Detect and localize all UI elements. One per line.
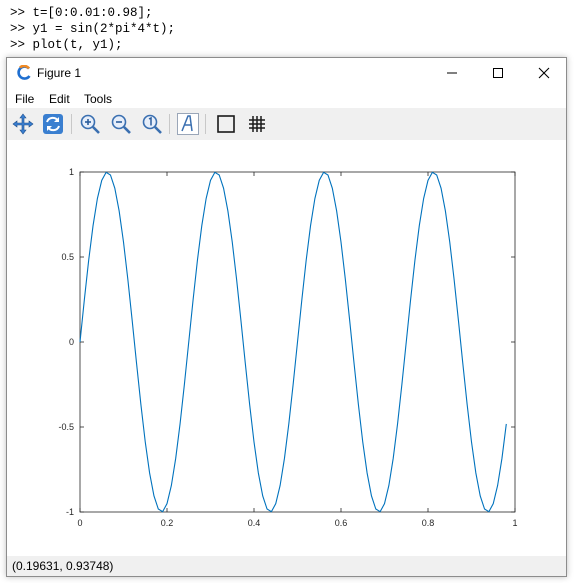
- octave-logo-icon: [17, 65, 31, 80]
- toolbar-separator: [169, 114, 170, 134]
- toolbar-separator: [71, 114, 72, 134]
- pan-icon: [12, 113, 34, 135]
- title-bar[interactable]: Figure 1: [7, 58, 566, 88]
- x-tick-label: 0.8: [422, 518, 435, 528]
- pan-button[interactable]: [11, 112, 35, 136]
- command-window: >> t=[0:0.01:0.98]; >> y1 = sin(2*pi*4*t…: [0, 0, 578, 60]
- menu-file[interactable]: File: [15, 92, 34, 106]
- plot-canvas[interactable]: 0 0.2 0.4 0.6 0.8 1 1 0.5 0 -0.5 -1: [7, 140, 566, 556]
- axes-box-button[interactable]: [214, 112, 238, 136]
- y-tick-label: 1: [69, 167, 74, 177]
- minimize-button[interactable]: [429, 58, 475, 88]
- y-tick-label: -1: [66, 507, 74, 517]
- grid-button[interactable]: [245, 112, 269, 136]
- menu-tools[interactable]: Tools: [84, 92, 112, 106]
- maximize-button[interactable]: [475, 58, 521, 88]
- x-tick-label: 0.2: [161, 518, 174, 528]
- x-tick-label: 0.6: [335, 518, 348, 528]
- figure-window: Figure 1 File Edit Tools 0 0.2 0.4 0.6 0…: [6, 57, 567, 577]
- text-button[interactable]: [176, 112, 200, 136]
- zoom-in-button[interactable]: [78, 112, 102, 136]
- zoom-in-icon: [80, 114, 100, 134]
- axes-box-icon: [217, 115, 235, 133]
- text-icon: [177, 113, 199, 135]
- grid-icon: [249, 116, 265, 132]
- maximize-icon: [493, 68, 503, 78]
- menu-bar: File Edit Tools: [7, 88, 566, 108]
- x-tick-label: 0.4: [248, 518, 261, 528]
- window-title: Figure 1: [37, 66, 82, 80]
- zoom-reset-button[interactable]: [140, 112, 164, 136]
- zoom-out-button[interactable]: [109, 112, 133, 136]
- x-tick-label: 1: [512, 518, 517, 528]
- zoom-out-icon: [111, 114, 131, 134]
- menu-edit[interactable]: Edit: [49, 92, 70, 106]
- axes[interactable]: 0 0.2 0.4 0.6 0.8 1 1 0.5 0 -0.5 -1: [7, 140, 566, 556]
- console-line-1: >> t=[0:0.01:0.98];: [10, 6, 153, 20]
- zoom-reset-icon: [142, 114, 162, 134]
- console-line-2: >> y1 = sin(2*pi*4*t);: [10, 22, 176, 36]
- y-tick-label: 0: [69, 337, 74, 347]
- y-tick-label: 0.5: [61, 252, 74, 262]
- status-bar: (0.19631, 0.93748): [7, 556, 566, 576]
- close-button[interactable]: [521, 58, 567, 88]
- close-icon: [538, 67, 550, 79]
- figure-toolbar: [7, 108, 566, 140]
- y-tick-label: -0.5: [58, 422, 74, 432]
- minimize-icon: [447, 72, 457, 74]
- cursor-coordinates: (0.19631, 0.93748): [12, 559, 114, 573]
- rotate-icon: [43, 114, 63, 134]
- rotate-button[interactable]: [41, 112, 65, 136]
- console-line-3: >> plot(t, y1);: [10, 38, 123, 52]
- x-tick-label: 0: [77, 518, 82, 528]
- toolbar-separator: [205, 114, 206, 134]
